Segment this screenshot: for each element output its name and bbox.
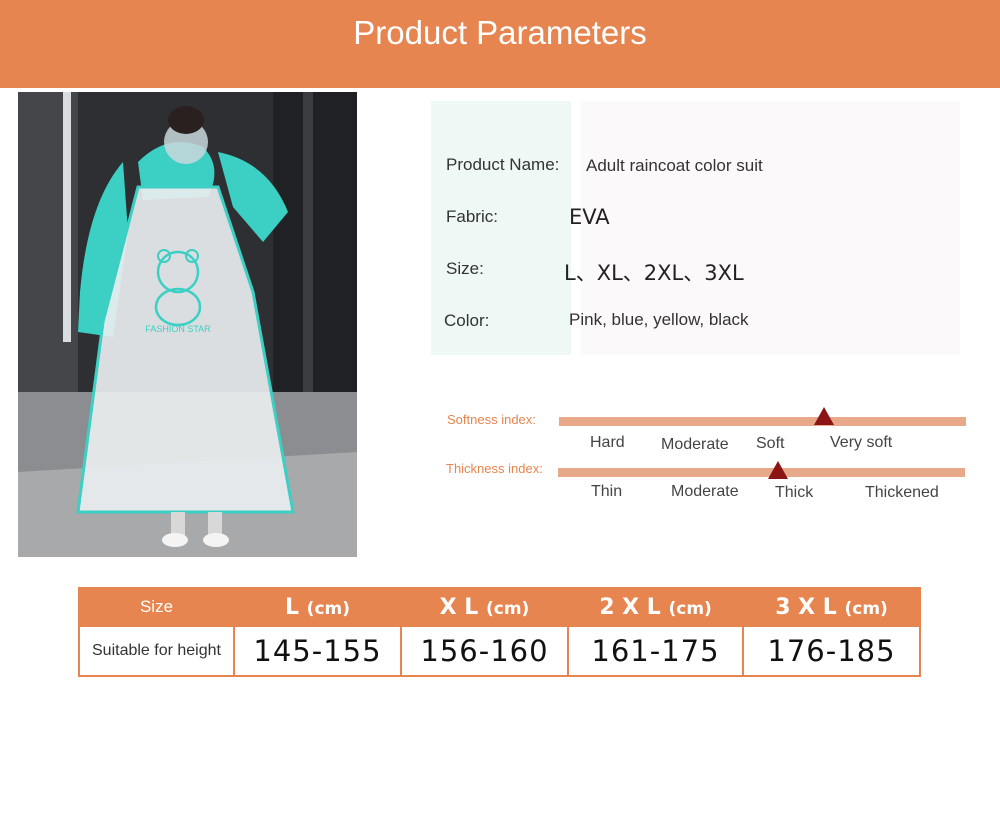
color-label: Color: (444, 311, 490, 330)
size-code: 2 X L (599, 594, 661, 620)
size-code: X L (439, 594, 479, 620)
softness-bar (559, 417, 966, 426)
size-label: Size: (446, 259, 484, 278)
size-code: L (284, 594, 299, 620)
size-header-cell: L (cm) (233, 587, 402, 627)
size-table-row: Suitable for height 145-155 156-160 161-… (78, 625, 921, 677)
size-code: 3 X L (775, 594, 837, 620)
softness-tick: Very soft (830, 434, 893, 451)
raincoat-illustration: FASHION STAR (18, 92, 357, 557)
height-range-cell: 161-175 (567, 625, 744, 677)
softness-index-label: Softness index: (447, 412, 536, 427)
size-header-cell: 2 X L (cm) (567, 587, 744, 627)
thickness-tick: Moderate (671, 483, 739, 500)
size-value: L、XL、2XL、3XL (564, 261, 744, 285)
size-header-cell: 3 X L (cm) (742, 587, 921, 627)
size-unit: (cm) (668, 598, 712, 619)
thickness-tick: Thin (591, 483, 623, 500)
product-name-label: Product Name: (446, 155, 560, 174)
size-header-cell: Size (78, 587, 235, 627)
size-unit: (cm) (306, 598, 351, 619)
softness-tick: Hard (590, 434, 625, 451)
height-range-cell: 145-155 (233, 625, 402, 677)
color-value: Pink, blue, yellow, black (569, 310, 749, 329)
size-unit: (cm) (485, 598, 530, 619)
page-title: Product Parameters (353, 14, 647, 51)
thickness-tick: Thick (775, 484, 814, 501)
thickness-index-label: Thickness index: (446, 461, 543, 476)
height-row-label: Suitable for height (78, 625, 235, 677)
size-header-cell: X L (cm) (400, 587, 569, 627)
softness-tick: Soft (756, 435, 785, 452)
softness-marker (813, 407, 834, 425)
thickness-bar (558, 468, 965, 477)
fabric-value: EVA (569, 205, 610, 229)
product-name-value: Adult raincoat color suit (586, 156, 763, 175)
size-table: Size L (cm) X L (cm) 2 X L (cm) 3 X L (c… (78, 587, 921, 677)
product-photo: FASHION STAR (18, 92, 357, 557)
height-range-cell: 156-160 (400, 625, 569, 677)
size-unit: (cm) (844, 598, 888, 619)
thickness-tick: Thickened (865, 484, 939, 501)
thickness-marker (767, 461, 788, 479)
height-range-cell: 176-185 (742, 625, 921, 677)
softness-tick: Moderate (661, 436, 729, 453)
fabric-label: Fabric: (446, 207, 498, 226)
coat-print-text: FASHION STAR (145, 324, 211, 334)
header-banner: Product Parameters (0, 0, 1000, 88)
size-table-header-row: Size L (cm) X L (cm) 2 X L (cm) 3 X L (c… (78, 587, 921, 627)
